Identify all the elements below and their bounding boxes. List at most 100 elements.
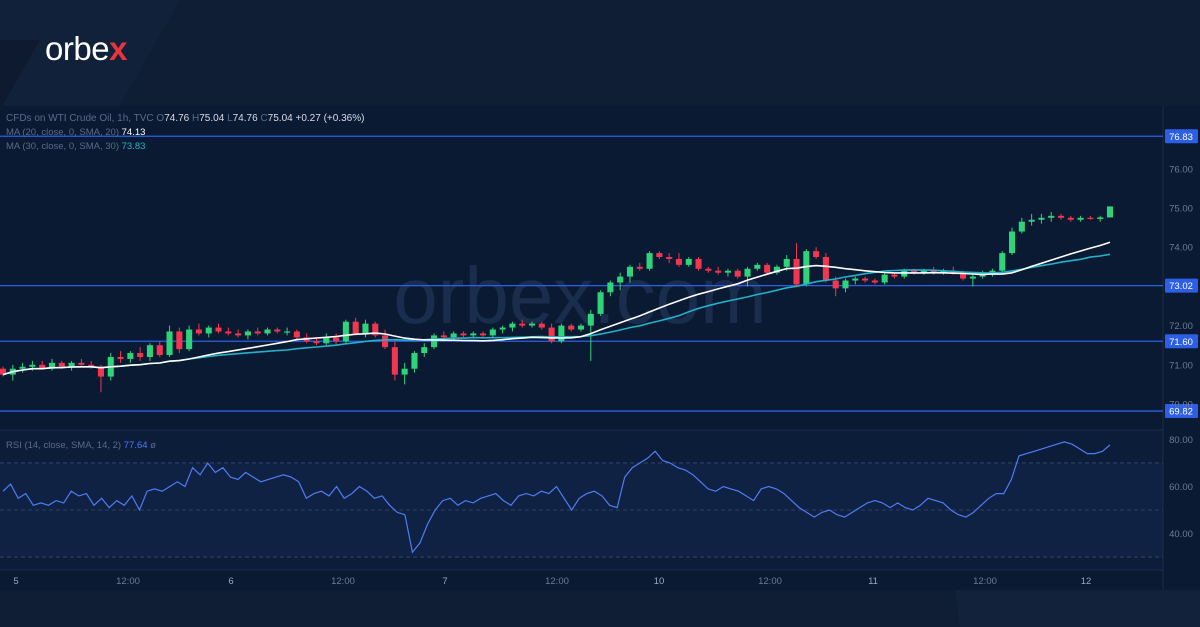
candle-body [715,270,722,273]
candle-body [587,313,594,326]
candle-body [176,331,183,350]
candle-body [617,276,624,283]
candle-body [362,323,369,334]
candle-body [675,258,682,265]
candle-body [1067,217,1074,220]
candle-body [842,280,849,289]
price-tick-label: 72.00 [1169,321,1193,332]
legend-rsi: RSI (14, close, SMA, 14, 2) 77.64 ø [6,440,156,451]
legend-close: 75.04 [268,113,293,124]
candle-body [411,353,418,369]
brand-logo-text: orbe [45,30,110,67]
candle-body [431,335,438,348]
candle-body [225,331,232,334]
time-tick-label: 10 [654,576,665,587]
candle-body [117,356,124,359]
candle-body [215,327,222,332]
candle-body [470,333,477,336]
candle-body [969,276,976,279]
candle-body [607,282,614,293]
time-tick-label: 12 [1081,576,1092,587]
candle-body [460,333,467,336]
candle-body [264,329,271,334]
time-tick-label: 11 [868,576,878,587]
candle-body [1038,217,1045,220]
candle-body [1057,215,1065,218]
candle-body [538,323,545,328]
candle-body [548,327,555,342]
candle-body [195,329,202,334]
candle-body [274,329,281,332]
level-price-label: 71.60 [1169,337,1193,348]
candle-body [636,266,643,269]
brand-logo-x: x [109,30,127,67]
candle-body [1087,217,1094,219]
legend-close-label: C [260,113,267,124]
legend-ma30-value: 73.83 [122,141,146,152]
candle-body [509,323,516,328]
legend-ma30-label: MA (30, close, 0, SMA, 30) [6,141,119,152]
price-tick-label: 76.00 [1169,164,1193,175]
candle-body [1048,215,1055,218]
candle-body [519,323,526,326]
candle-body [333,337,340,342]
level-price-label: 73.02 [1169,281,1193,292]
candle-body [489,329,496,336]
candle-body [626,266,634,277]
candle-body [793,258,800,285]
candle-body [656,253,663,257]
legend-ma20: MA (20, close, 0, SMA, 20) 74.13 [6,127,145,138]
legend-ma20-value: 74.13 [122,127,146,138]
rsi-band [0,463,1163,557]
candle-body [1077,217,1084,220]
legend-rsi-value: 77.64 [124,440,148,451]
candle-body [685,258,692,265]
time-tick-label: 12:00 [545,576,569,587]
time-tick-label: 7 [442,576,447,587]
candle-body [871,280,878,283]
candle-body [254,331,261,334]
candle-body [1028,219,1035,222]
candle-body [342,321,349,342]
price-tick-label: 70.00 [1169,400,1193,411]
candle-body [58,362,65,367]
candle-body [382,335,389,348]
rsi-tick-label: 60.00 [1169,482,1193,493]
candle-body [78,362,85,365]
candle-body [156,345,163,355]
rsi-tick-label: 80.00 [1169,435,1193,446]
candle-body [1097,217,1104,219]
candle-body [999,253,1006,271]
candle-body [284,331,291,333]
candle-body [479,333,487,336]
brand-logo: orbex [45,30,127,68]
candle-body [597,292,604,314]
legend-main: CFDs on WTI Crude Oil, 1h, TVC O74.76 H7… [6,113,364,124]
candle-body [146,345,153,357]
candle-body [891,274,898,277]
candle-body [754,264,761,269]
candle-body [440,335,447,338]
candle-body [1106,206,1114,218]
candle-body [695,258,702,269]
candle-body [783,258,790,267]
candle-body [166,331,173,355]
candle-body [862,278,869,281]
legend-rsi-label: RSI (14, close, SMA, 14, 2) [6,440,121,451]
candle-body [127,353,134,359]
candle-body [352,321,359,334]
time-tick-label: 12:00 [116,576,140,587]
candle-body [813,251,820,257]
candle-body [852,278,859,281]
rsi-tick-label: 40.00 [1169,529,1193,540]
candle-body [568,325,575,330]
candle-body [764,264,771,273]
rsi-guide-lines [0,462,1163,558]
legend-rsi-suffix: ø [150,440,156,451]
time-tick-label: 12:00 [331,576,355,587]
time-tick-label: 6 [228,576,233,587]
candle-body [577,325,585,330]
candle-body [558,325,565,342]
candle-body [293,331,300,338]
candle-body [724,270,731,273]
